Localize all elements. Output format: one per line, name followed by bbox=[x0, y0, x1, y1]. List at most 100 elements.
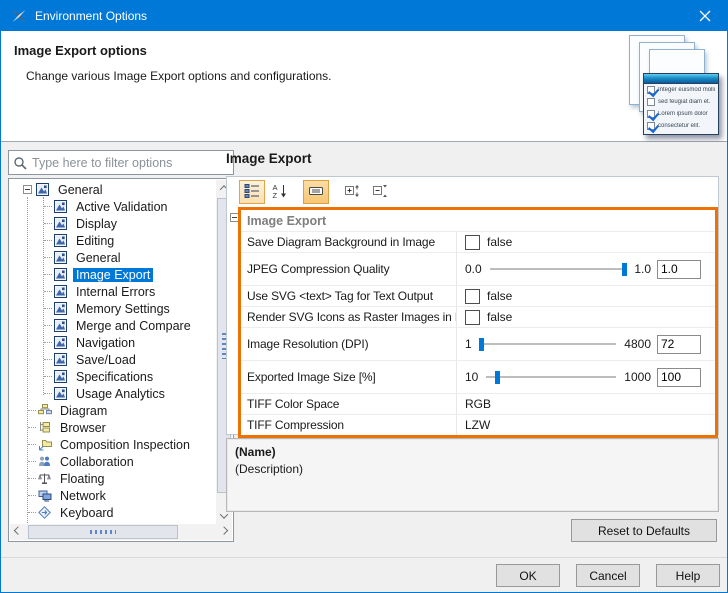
tree-guide-stub bbox=[44, 308, 52, 309]
environment-options-dialog: Environment Options Image Export options… bbox=[0, 0, 728, 593]
tree-item-plugins[interactable]: Plugins bbox=[10, 521, 215, 523]
tree-item-internal-errors[interactable]: Internal Errors bbox=[10, 283, 215, 300]
slider-thumb[interactable] bbox=[622, 263, 627, 276]
property-name-placeholder: (Name) bbox=[235, 444, 710, 461]
tree-item-floating[interactable]: Floating bbox=[10, 470, 215, 487]
property-label: Render SVG Icons as Raster Images in EMF bbox=[241, 307, 457, 327]
tree-item-label: Browser bbox=[57, 421, 109, 435]
slider-track[interactable] bbox=[490, 268, 627, 270]
tree-item-merge-and-compare[interactable]: Merge and Compare bbox=[10, 317, 215, 334]
tree-item-keyboard[interactable]: Keyboard bbox=[10, 504, 215, 521]
tree-item-general[interactable]: General bbox=[10, 181, 215, 198]
unchecked-checkbox-icon bbox=[647, 98, 655, 106]
unchecked-checkbox[interactable] bbox=[465, 235, 480, 250]
tree-guide-stub bbox=[28, 410, 36, 411]
unchecked-checkbox[interactable] bbox=[465, 289, 480, 304]
tree-item-image-export[interactable]: Image Export bbox=[10, 266, 215, 283]
properties-toolbar: AZ bbox=[239, 179, 393, 205]
checklist-row: Integer euismod mollis bbox=[644, 84, 718, 96]
tree-guide-stub bbox=[44, 223, 52, 224]
tree-item-display[interactable]: Display bbox=[10, 215, 215, 232]
tree-item-label: General bbox=[55, 183, 105, 197]
tree-item-label: Network bbox=[57, 489, 109, 503]
categorized-view-icon bbox=[244, 183, 260, 202]
tree-item-save-load[interactable]: Save/Load bbox=[10, 351, 215, 368]
tree-guide-stub bbox=[44, 359, 52, 360]
tree-item-network[interactable]: Network bbox=[10, 487, 215, 504]
sort-alphabetically-button[interactable]: AZ bbox=[267, 180, 293, 204]
options-category-icon bbox=[54, 285, 68, 299]
slider-min-label: 10 bbox=[465, 370, 478, 384]
slider-value-input[interactable] bbox=[657, 335, 701, 354]
slider-thumb[interactable] bbox=[495, 371, 500, 384]
tree-item-collaboration[interactable]: Collaboration bbox=[10, 453, 215, 470]
slider-thumb[interactable] bbox=[479, 338, 484, 351]
plugins-icon bbox=[38, 523, 52, 524]
tree-item-diagram[interactable]: Diagram bbox=[10, 402, 215, 419]
property-text-value[interactable]: LZW bbox=[465, 418, 490, 432]
collaboration-icon bbox=[38, 455, 52, 469]
checklist-row: Lorem ipsum dolor bbox=[644, 108, 718, 120]
tree-item-navigation[interactable]: Navigation bbox=[10, 334, 215, 351]
ok-button[interactable]: OK bbox=[496, 564, 560, 587]
options-category-icon bbox=[54, 268, 68, 282]
slider-value-input[interactable] bbox=[657, 368, 701, 387]
categorized-view-button[interactable] bbox=[239, 180, 265, 204]
property-group-header: Image Export bbox=[241, 210, 715, 231]
horizontal-scrollbar-thumb[interactable] bbox=[28, 525, 178, 539]
chevron-left-icon bbox=[14, 526, 22, 534]
close-button[interactable] bbox=[682, 0, 728, 31]
property-value: false bbox=[457, 235, 715, 250]
checked-checkbox-icon bbox=[647, 110, 655, 118]
options-category-icon bbox=[54, 200, 68, 214]
tree-guide-stub bbox=[44, 274, 52, 275]
property-row-exported-image-size: Exported Image Size [%]101000 bbox=[241, 360, 715, 393]
horizontal-scrollbar[interactable] bbox=[10, 524, 232, 540]
tree-item-specifications[interactable]: Specifications bbox=[10, 368, 215, 385]
cancel-button[interactable]: Cancel bbox=[576, 564, 640, 587]
collapse-all-button[interactable] bbox=[367, 180, 393, 204]
reset-to-defaults-button[interactable]: Reset to Defaults bbox=[571, 519, 717, 542]
checked-checkbox-icon bbox=[647, 122, 655, 130]
unchecked-checkbox[interactable] bbox=[465, 310, 480, 325]
property-label: TIFF Color Space bbox=[241, 394, 457, 414]
slider-track[interactable] bbox=[486, 376, 616, 378]
tree-item-browser[interactable]: Browser bbox=[10, 419, 215, 436]
options-category-icon bbox=[36, 183, 50, 197]
tree-item-label: Collaboration bbox=[57, 455, 137, 469]
tree-item-active-validation[interactable]: Active Validation bbox=[10, 198, 215, 215]
tree-guide-stub bbox=[44, 240, 52, 241]
options-tree: GeneralActive ValidationDisplayEditingGe… bbox=[8, 178, 234, 542]
browser-icon bbox=[38, 421, 52, 435]
tree-guide-stub bbox=[44, 206, 52, 207]
tree-item-composition-inspection[interactable]: Composition Inspection bbox=[10, 436, 215, 453]
collapse-expander-icon[interactable] bbox=[23, 185, 32, 194]
slider-value-input[interactable] bbox=[657, 260, 701, 279]
tree-item-usage-analytics[interactable]: Usage Analytics bbox=[10, 385, 215, 402]
scroll-left-button[interactable] bbox=[10, 524, 26, 540]
property-label: Use SVG <text> Tag for Text Output bbox=[241, 286, 457, 306]
checklist-label: Integer euismod mollis bbox=[658, 87, 715, 93]
slider-track[interactable] bbox=[480, 343, 617, 345]
tree-guide-stub bbox=[44, 325, 52, 326]
dialog-header: Image Export options Change various Imag… bbox=[1, 31, 727, 142]
tree-guide-stub bbox=[44, 342, 52, 343]
options-category-icon bbox=[54, 217, 68, 231]
checklist-label: sed feugiat diam et. bbox=[658, 99, 710, 105]
tree-item-memory-settings[interactable]: Memory Settings bbox=[10, 300, 215, 317]
expand-all-button[interactable] bbox=[339, 180, 365, 204]
filter-input[interactable] bbox=[32, 156, 229, 170]
property-label: Image Resolution (DPI) bbox=[241, 328, 457, 360]
help-button[interactable]: Help bbox=[656, 564, 720, 587]
tree-item-label: Specifications bbox=[73, 370, 156, 384]
scroll-right-button[interactable] bbox=[216, 524, 232, 540]
show-description-button[interactable] bbox=[303, 180, 329, 204]
tree-item-editing[interactable]: Editing bbox=[10, 232, 215, 249]
options-category-icon bbox=[54, 234, 68, 248]
tree-item-label: Diagram bbox=[57, 404, 110, 418]
sort-alphabetically-icon: AZ bbox=[272, 183, 288, 202]
options-category-icon bbox=[54, 319, 68, 333]
tree-item-general[interactable]: General bbox=[10, 249, 215, 266]
property-label: TIFF Compression bbox=[241, 415, 457, 435]
property-text-value[interactable]: RGB bbox=[465, 397, 491, 411]
